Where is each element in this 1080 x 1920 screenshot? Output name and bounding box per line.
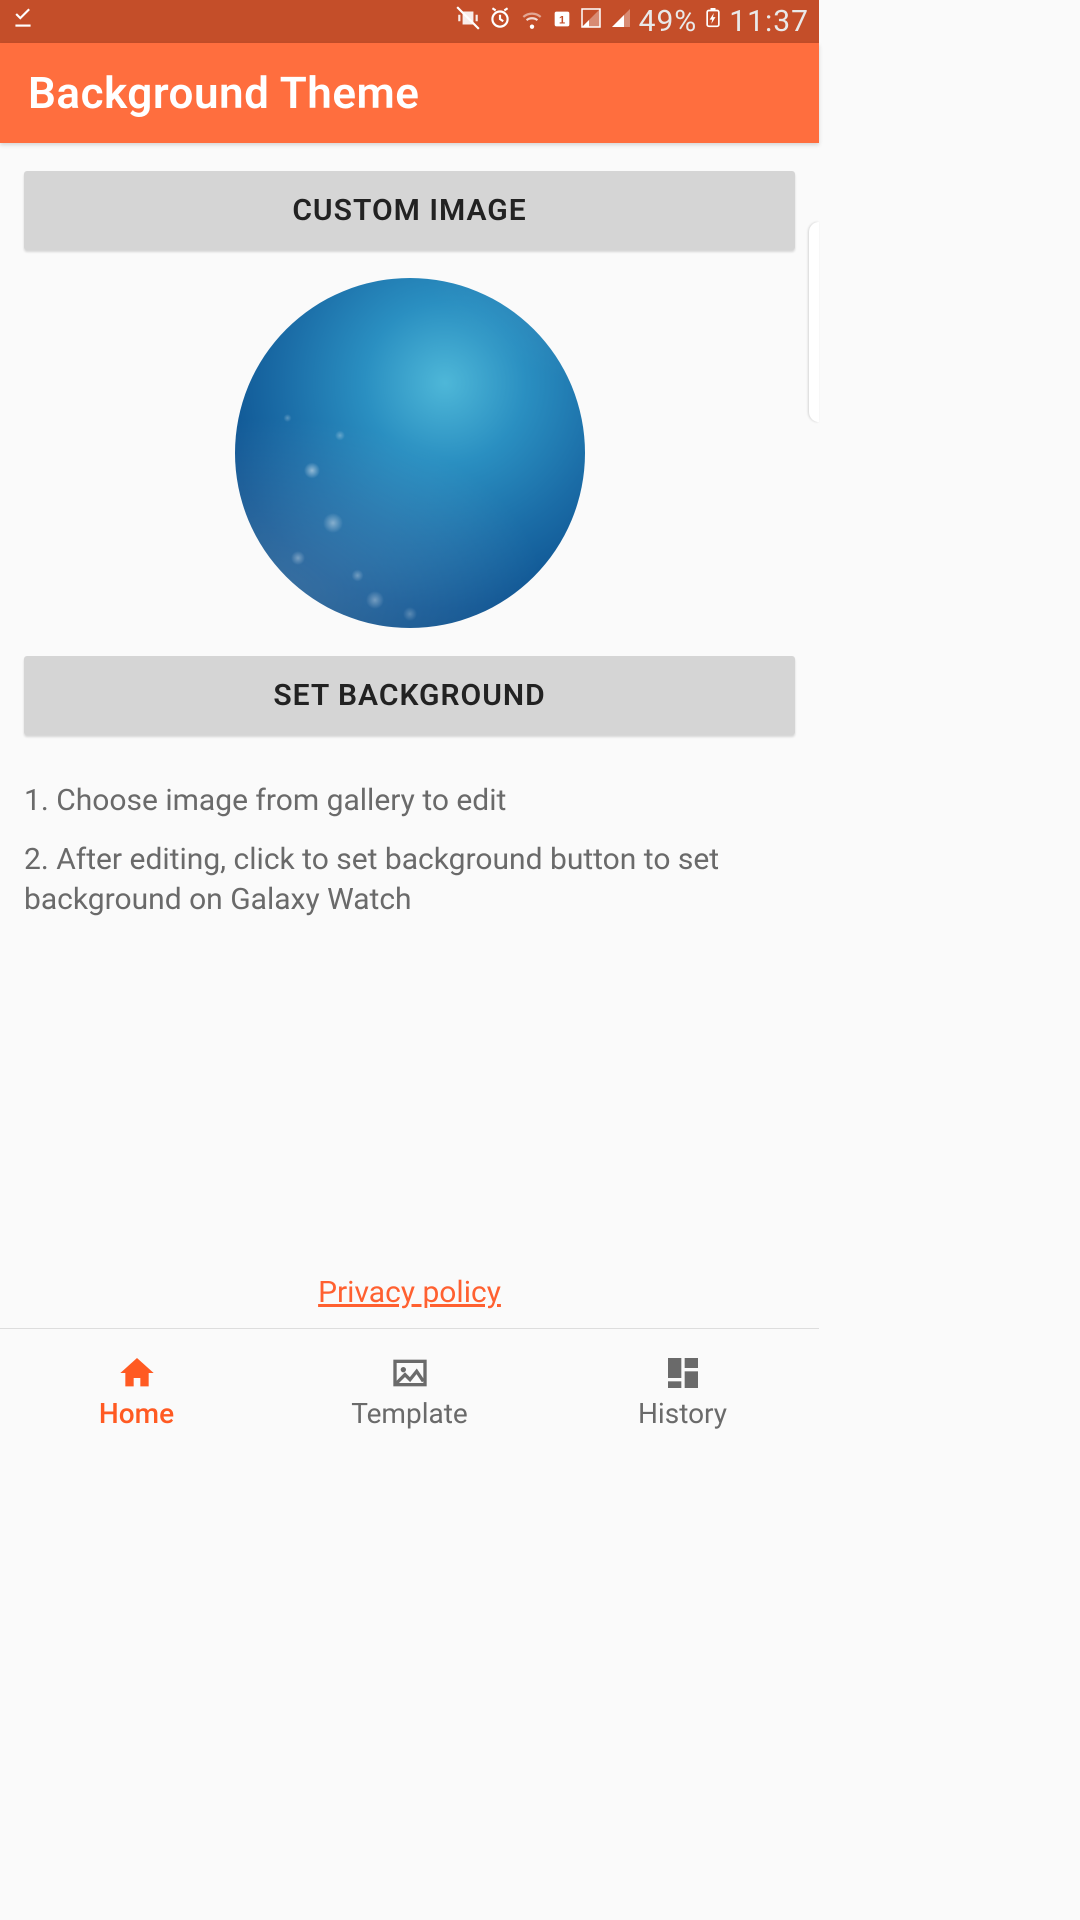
nav-home-label: Home (99, 1397, 174, 1430)
nav-template-label: Template (351, 1397, 468, 1430)
preview-area (24, 250, 795, 656)
app-bar: Background Theme (0, 43, 819, 143)
background-preview-circle[interactable] (235, 278, 585, 628)
content: CUSTOM IMAGE SET BACKGROUND 1. Choose im… (0, 143, 819, 1328)
vibrate-mute-icon (455, 5, 481, 38)
page-title: Background Theme (28, 67, 419, 119)
nav-history-label: History (638, 1397, 727, 1430)
signal1-icon (579, 6, 603, 37)
status-right: 1 49% 11:37 (455, 4, 809, 39)
dashboard-icon (663, 1355, 703, 1391)
wifi-icon (519, 5, 545, 38)
nav-template[interactable]: Template (273, 1329, 546, 1456)
alarm-icon (487, 5, 513, 38)
instruction-line-2: 2. After editing, click to set backgroun… (24, 840, 795, 921)
privacy-wrap: Privacy policy (24, 1275, 795, 1310)
clock-time: 11:37 (729, 4, 809, 39)
bottom-nav: Home Template History (0, 1328, 819, 1456)
instruction-line-1: 1. Choose image from gallery to edit (24, 781, 795, 822)
signal2-icon (609, 6, 633, 37)
custom-image-button[interactable]: CUSTOM IMAGE (24, 171, 795, 250)
privacy-policy-link[interactable]: Privacy policy (318, 1275, 501, 1310)
home-icon (117, 1355, 157, 1391)
battery-charging-icon (703, 4, 723, 39)
status-left (10, 5, 36, 38)
set-background-button[interactable]: SET BACKGROUND (24, 656, 795, 735)
nav-history[interactable]: History (546, 1329, 819, 1456)
status-bar: 1 49% 11:37 (0, 0, 819, 43)
screen: 1 49% 11:37 Background Theme CUSTOM IMAG… (0, 0, 819, 1456)
battery-percent: 49% (639, 4, 698, 39)
nav-home[interactable]: Home (0, 1329, 273, 1456)
instructions: 1. Choose image from gallery to edit 2. … (24, 781, 795, 939)
scroll-edge-indicator[interactable] (809, 222, 819, 422)
download-done-icon (10, 5, 36, 38)
svg-text:1: 1 (559, 14, 565, 26)
image-icon (390, 1355, 430, 1391)
sim1-icon: 1 (551, 7, 573, 37)
